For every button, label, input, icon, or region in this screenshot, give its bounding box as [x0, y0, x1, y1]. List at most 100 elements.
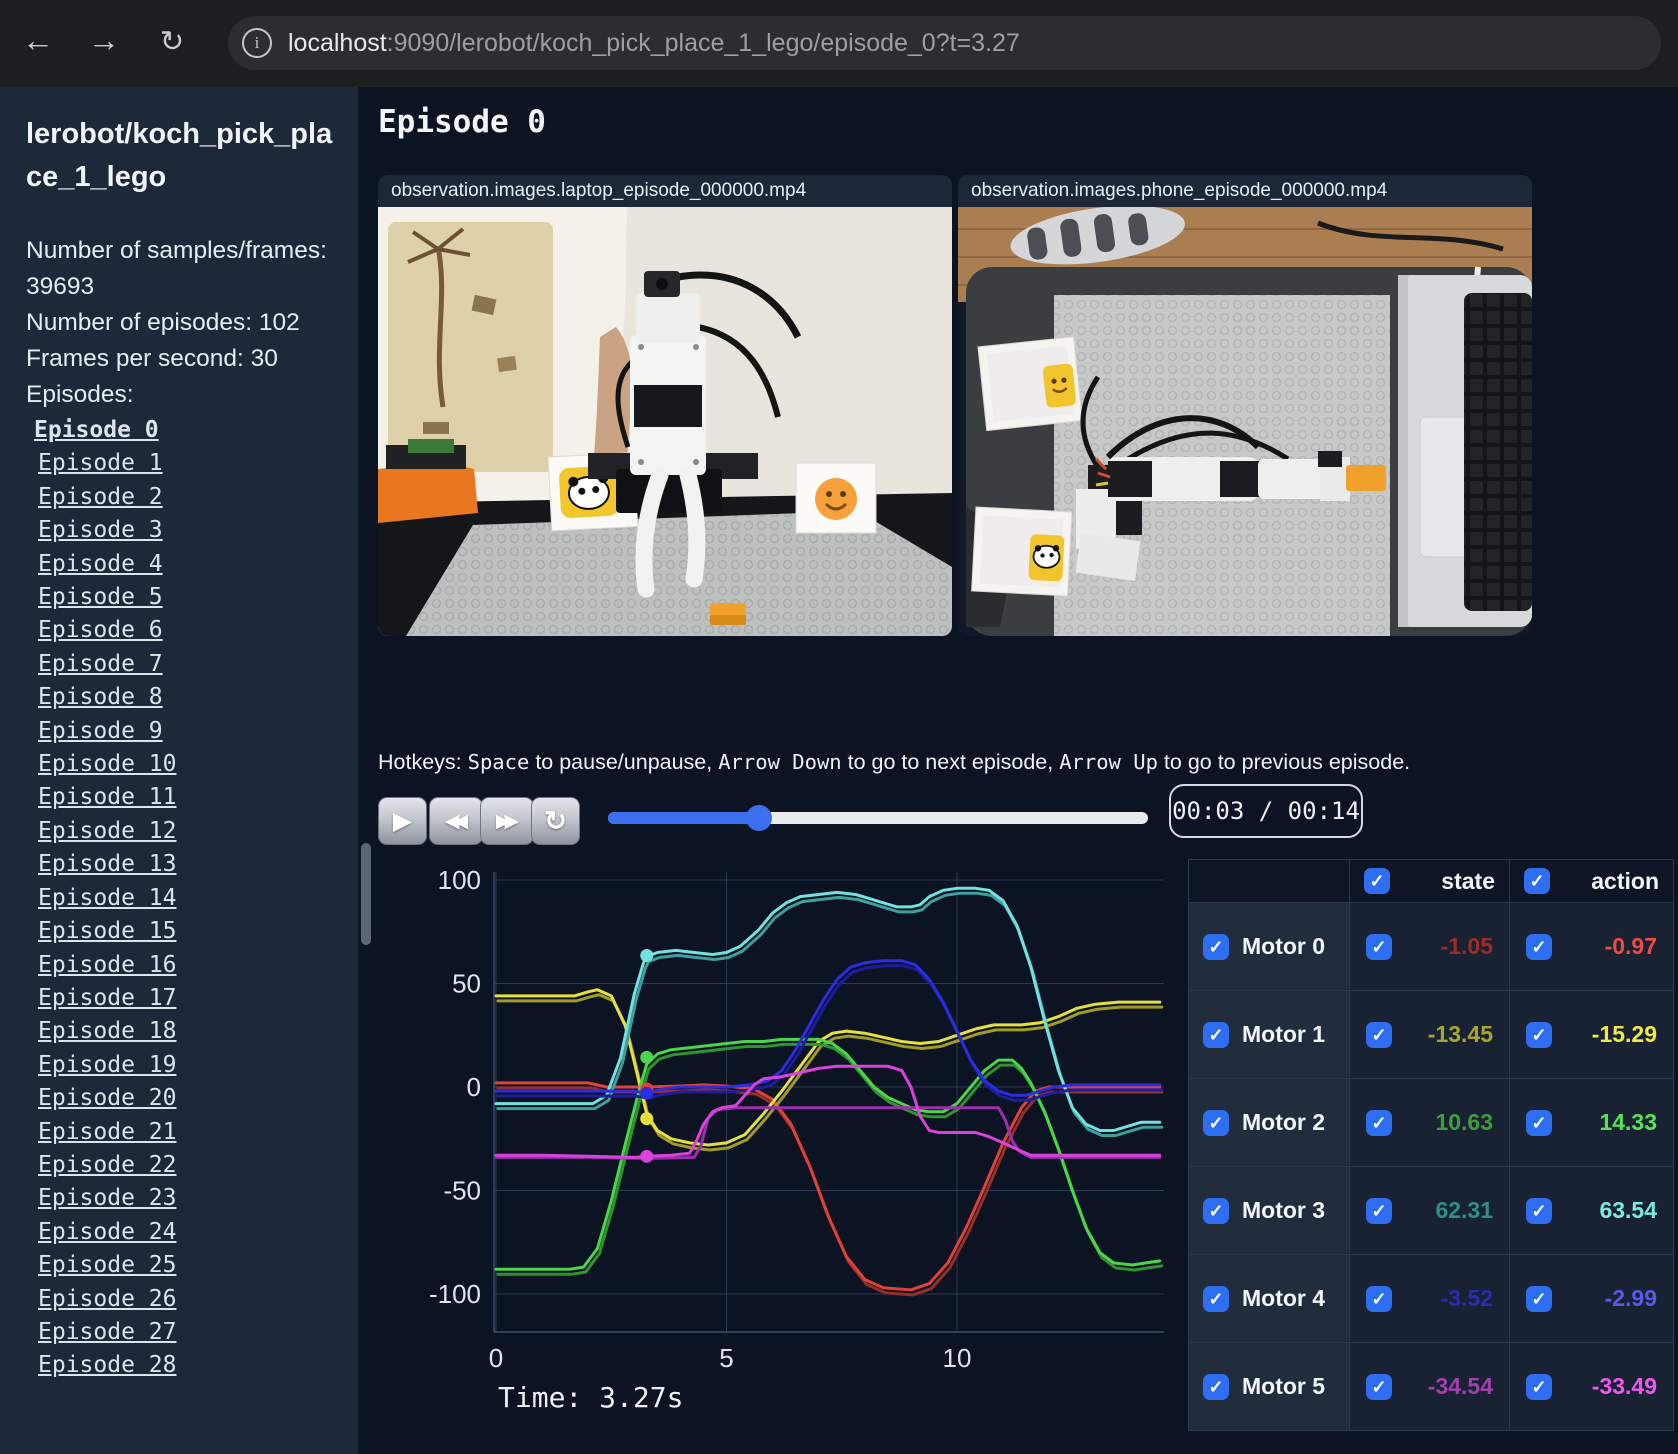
episode-link[interactable]: Episode 5 — [38, 581, 334, 614]
action-checkbox[interactable]: ✓ — [1526, 1373, 1552, 1400]
motor-checkbox[interactable]: ✓ — [1203, 1285, 1229, 1312]
x-tick-label: 10 — [943, 1343, 972, 1373]
video-panel-laptop: observation.images.laptop_episode_000000… — [378, 175, 952, 636]
chart-line-action — [494, 886, 1162, 1132]
episode-link[interactable]: Episode 3 — [38, 514, 334, 547]
url-host: localhost — [288, 29, 387, 57]
seek-slider-thumb[interactable] — [746, 805, 773, 831]
motor-checkbox[interactable]: ✓ — [1203, 1197, 1229, 1224]
stat-samples: Number of samples/frames: 39693 — [26, 237, 327, 300]
episode-link[interactable]: Episode 17 — [38, 982, 334, 1015]
scrollbar-thumb[interactable] — [361, 843, 371, 945]
state-header-checkbox[interactable]: ✓ — [1364, 868, 1390, 894]
rewind-icon: ◀◀ — [444, 810, 468, 832]
laptop — [1398, 275, 1532, 627]
motor-checkbox[interactable]: ✓ — [1203, 933, 1229, 960]
current-time-dot — [640, 1149, 654, 1163]
state-checkbox[interactable]: ✓ — [1366, 1109, 1392, 1136]
action-header-label: action — [1591, 867, 1659, 894]
episode-link[interactable]: Episode 16 — [38, 949, 334, 982]
episode-link[interactable]: Episode 13 — [38, 848, 334, 881]
episode-link[interactable]: Episode 7 — [38, 648, 334, 681]
motor-checkbox[interactable]: ✓ — [1203, 1373, 1229, 1400]
episode-link[interactable]: Episode 24 — [38, 1216, 334, 1249]
table-row: ✓ Motor 3 ✓ 62.31 ✓ 63.54 — [1189, 1166, 1673, 1254]
action-checkbox[interactable]: ✓ — [1526, 1109, 1552, 1136]
state-checkbox[interactable]: ✓ — [1366, 1373, 1392, 1400]
seek-slider[interactable] — [608, 805, 1148, 831]
episode-link[interactable]: Episode 4 — [38, 548, 334, 581]
episode-link[interactable]: Episode 18 — [38, 1015, 334, 1048]
current-time-dot — [640, 948, 654, 962]
episode-link[interactable]: Episode 19 — [38, 1049, 334, 1082]
episode-link[interactable]: Episode 1 — [38, 447, 334, 480]
state-header-label: state — [1441, 867, 1495, 894]
episode-link[interactable]: Episode 20 — [38, 1082, 334, 1115]
action-value: 14.33 — [1599, 1109, 1657, 1135]
episode-link[interactable]: Episode 6 — [38, 614, 334, 647]
episode-link[interactable]: Episode 25 — [38, 1249, 334, 1282]
current-time-dot — [640, 1086, 654, 1100]
motor-checkbox[interactable]: ✓ — [1203, 1109, 1229, 1136]
state-value: 10.63 — [1435, 1109, 1493, 1135]
reload-icon[interactable]: ↻ — [150, 24, 194, 59]
episode-link[interactable]: Episode 15 — [38, 915, 334, 948]
back-icon[interactable]: ← — [16, 22, 60, 59]
phone-camera-video[interactable] — [958, 207, 1532, 636]
episode-link[interactable]: Episode 10 — [38, 748, 334, 781]
time-display: 00:03 / 00:14 — [1169, 784, 1363, 838]
episode-link[interactable]: Episode 23 — [38, 1182, 334, 1215]
page-title: Episode 0 — [378, 104, 546, 140]
state-checkbox[interactable]: ✓ — [1366, 933, 1392, 960]
panda-box — [971, 506, 1073, 597]
action-value: -2.99 — [1604, 1285, 1657, 1311]
episode-link[interactable]: Episode 12 — [38, 815, 334, 848]
header-empty-cell — [1189, 860, 1349, 902]
rewind-button[interactable]: ◀◀ — [429, 797, 483, 845]
state-cell: ✓ -1.05 — [1349, 903, 1509, 990]
episode-link[interactable]: Episode 14 — [38, 882, 334, 915]
episode-link[interactable]: Episode 26 — [38, 1283, 334, 1316]
episode-link[interactable]: Episode 9 — [38, 715, 334, 748]
state-checkbox[interactable]: ✓ — [1366, 1197, 1392, 1224]
action-header-checkbox[interactable]: ✓ — [1524, 868, 1550, 894]
action-checkbox[interactable]: ✓ — [1526, 1021, 1552, 1048]
state-cell: ✓ -34.54 — [1349, 1343, 1509, 1430]
motor-label: Motor 4 — [1242, 1285, 1326, 1311]
smiley-box — [977, 336, 1083, 432]
table-row: ✓ Motor 2 ✓ 10.63 ✓ 14.33 — [1189, 1078, 1673, 1166]
state-checkbox[interactable]: ✓ — [1366, 1285, 1392, 1312]
action-cell: ✓ -2.99 — [1509, 1255, 1673, 1342]
motor-chart: 100 50 0 -50 -100 0 5 10 Time: 3.27s — [429, 865, 1164, 1414]
action-checkbox[interactable]: ✓ — [1526, 1197, 1552, 1224]
laptop-camera-video[interactable] — [378, 207, 952, 636]
episode-link[interactable]: Episode 27 — [38, 1316, 334, 1349]
address-bar[interactable]: i localhost:9090/lerobot/koch_pick_place… — [228, 16, 1661, 70]
motor-label-cell: ✓ Motor 5 — [1189, 1343, 1349, 1430]
loop-button[interactable]: ↻ — [531, 797, 580, 845]
forward-icon[interactable]: → — [82, 22, 126, 59]
y-tick-label: -100 — [429, 1279, 481, 1309]
episode-link[interactable]: Episode 0 — [34, 414, 334, 447]
state-cell: ✓ -3.52 — [1349, 1255, 1509, 1342]
episode-link[interactable]: Episode 28 — [38, 1349, 334, 1382]
episode-link[interactable]: Episode 11 — [38, 781, 334, 814]
motor-label: Motor 5 — [1242, 1373, 1326, 1399]
state-value: -3.52 — [1440, 1285, 1493, 1311]
episode-link[interactable]: Episode 8 — [38, 681, 334, 714]
action-checkbox[interactable]: ✓ — [1526, 933, 1552, 960]
motor-checkbox[interactable]: ✓ — [1203, 1021, 1229, 1048]
play-button[interactable]: ▶ — [378, 797, 427, 845]
action-checkbox[interactable]: ✓ — [1526, 1285, 1552, 1312]
motor-label-cell: ✓ Motor 2 — [1189, 1079, 1349, 1166]
action-cell: ✓ 14.33 — [1509, 1079, 1673, 1166]
state-checkbox[interactable]: ✓ — [1366, 1021, 1392, 1048]
episode-link[interactable]: Episode 21 — [38, 1116, 334, 1149]
episode-link[interactable]: Episode 22 — [38, 1149, 334, 1182]
fast-forward-button[interactable]: ▶▶ — [480, 797, 534, 845]
site-info-icon[interactable]: i — [242, 28, 272, 58]
chart-line-action — [494, 1064, 1162, 1159]
y-tick-label: 0 — [467, 1072, 481, 1102]
episode-link[interactable]: Episode 2 — [38, 481, 334, 514]
arrow-up-key-label: Arrow Up — [1059, 750, 1158, 774]
